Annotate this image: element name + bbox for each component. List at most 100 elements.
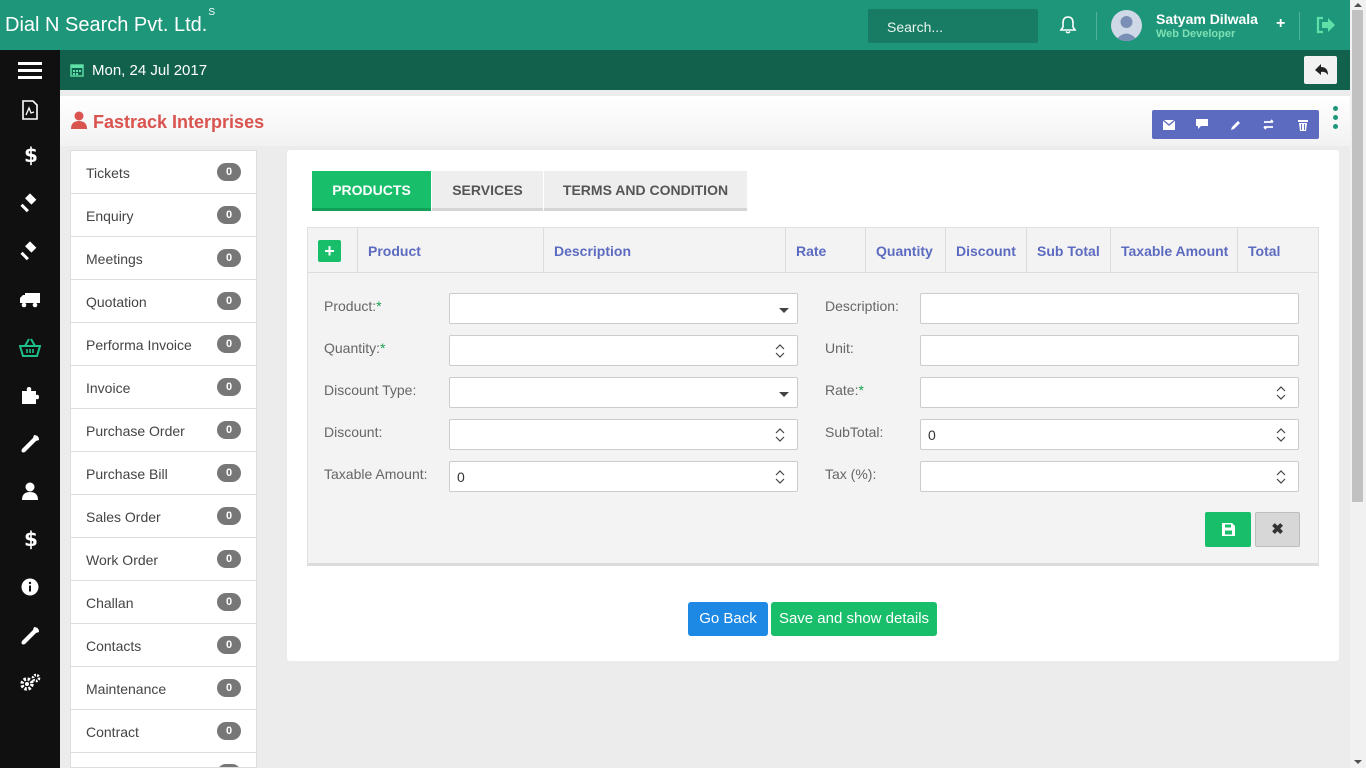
action-toolbar — [1152, 110, 1319, 139]
more-options-icon[interactable] — [1333, 106, 1338, 133]
list-item[interactable]: Meetings 0 — [71, 237, 256, 280]
list-item-label: Enquiry — [86, 208, 134, 224]
rate-stepper[interactable] — [920, 377, 1299, 408]
list-item-label: Contacts — [86, 638, 142, 654]
bell-icon[interactable] — [1058, 15, 1078, 35]
list-item[interactable]: Invoice 0 — [71, 366, 256, 409]
search-input[interactable]: Search... — [868, 9, 1038, 43]
discount-type-select[interactable] — [449, 377, 798, 408]
scroll-down-arrow[interactable] — [1354, 760, 1362, 764]
spinner-icon — [1276, 428, 1286, 442]
gavel-icon-2[interactable] — [0, 231, 60, 271]
info-icon[interactable] — [0, 567, 60, 607]
count-badge: 0 — [217, 464, 241, 482]
menu-toggle-button[interactable] — [0, 50, 60, 90]
scroll-up-arrow[interactable] — [1354, 3, 1362, 7]
spinner-icon — [1276, 470, 1286, 484]
delete-button[interactable] — [1286, 110, 1319, 139]
comment-button[interactable] — [1185, 110, 1218, 139]
wrench-icon[interactable] — [0, 424, 60, 464]
calendar-icon — [70, 64, 84, 77]
unit-label: Unit: — [825, 340, 854, 356]
list-item[interactable]: Purchase Bill 0 — [71, 452, 256, 495]
list-item[interactable]: Challan 0 — [71, 581, 256, 624]
unit-field[interactable] — [920, 335, 1299, 366]
avatar[interactable] — [1111, 10, 1142, 41]
icon-sidebar: $ $ — [0, 90, 60, 768]
list-item-label: Purchase Bill — [86, 466, 168, 482]
gavel-icon[interactable] — [0, 183, 60, 223]
list-item[interactable]: Work Order 0 — [71, 538, 256, 581]
tax-stepper[interactable] — [920, 461, 1299, 492]
user-icon[interactable] — [0, 471, 60, 511]
reply-icon — [1315, 64, 1328, 75]
taxable-amount-field[interactable]: 0 — [449, 461, 798, 492]
header-discount: Discount — [946, 228, 1027, 273]
subtotal-label: SubTotal: — [825, 424, 884, 440]
gears-icon[interactable] — [0, 663, 60, 703]
quantity-label: Quantity:* — [324, 340, 386, 356]
count-badge: 0 — [217, 163, 241, 181]
count-badge: 0 — [217, 249, 241, 267]
discount-label: Discount: — [324, 424, 383, 440]
list-item-label: Sales Order — [86, 509, 161, 525]
spinner-icon — [775, 428, 785, 442]
tab-terms[interactable]: TERMS AND CONDITION — [544, 171, 747, 211]
add-row-button[interactable]: + — [318, 240, 341, 262]
truck-icon[interactable] — [0, 280, 60, 320]
brand-logo[interactable]: Dial N Search Pvt. Ltd.S — [5, 7, 215, 37]
wrench-icon-2[interactable] — [0, 616, 60, 656]
list-item[interactable] — [71, 753, 256, 767]
list-item[interactable]: Contract 0 — [71, 710, 256, 753]
quantity-stepper[interactable] — [449, 335, 798, 366]
product-select[interactable] — [449, 293, 798, 324]
taxable-amount-value: 0 — [457, 469, 465, 485]
list-item[interactable]: Quotation 0 — [71, 280, 256, 323]
cancel-row-button[interactable]: ✖ — [1255, 512, 1300, 547]
list-item[interactable]: Maintenance 0 — [71, 667, 256, 710]
subtotal-value: 0 — [928, 427, 936, 443]
list-item-label: Quotation — [86, 294, 147, 310]
dollar-icon-2[interactable]: $ — [0, 519, 60, 559]
list-item[interactable]: Performa Invoice 0 — [71, 323, 256, 366]
pdf-icon[interactable] — [0, 90, 60, 130]
count-badge: 0 — [217, 378, 241, 396]
chevron-down-icon — [779, 308, 789, 313]
header-divider-2 — [1299, 12, 1300, 40]
go-back-button[interactable]: Go Back — [688, 602, 768, 636]
subtotal-field[interactable]: 0 — [920, 419, 1299, 450]
save-row-button[interactable] — [1205, 512, 1251, 547]
list-item[interactable]: Purchase Order 0 — [71, 409, 256, 452]
tab-products[interactable]: PRODUCTS — [312, 171, 431, 211]
basket-icon[interactable] — [0, 328, 60, 368]
dollar-icon[interactable]: $ — [0, 135, 60, 175]
count-badge: 0 — [217, 206, 241, 224]
scrollbar-thumb[interactable] — [1352, 10, 1363, 502]
list-item[interactable]: Contacts 0 — [71, 624, 256, 667]
puzzle-icon[interactable] — [0, 375, 60, 415]
description-field[interactable] — [920, 293, 1299, 324]
add-button[interactable]: + — [1276, 15, 1285, 33]
email-button[interactable] — [1152, 110, 1185, 139]
list-item-label: Invoice — [86, 380, 131, 396]
header-quantity: Quantity — [866, 228, 946, 273]
discount-stepper[interactable] — [449, 419, 798, 450]
refresh-button[interactable] — [1252, 110, 1285, 139]
list-item[interactable]: Sales Order 0 — [71, 495, 256, 538]
edit-button[interactable] — [1219, 110, 1252, 139]
count-badge: 0 — [217, 292, 241, 310]
spinner-icon — [1276, 386, 1286, 400]
list-item[interactable]: Enquiry 0 — [71, 194, 256, 237]
reply-button[interactable] — [1304, 56, 1337, 84]
list-item-label: Maintenance — [86, 681, 167, 697]
logout-icon[interactable] — [1315, 15, 1337, 35]
count-badge: 0 — [217, 636, 241, 654]
list-item[interactable]: Tickets 0 — [71, 151, 256, 194]
tab-services[interactable]: SERVICES — [432, 171, 543, 211]
module-list: Tickets 0 Enquiry 0 Meetings 0 Quotation 0 P… — [70, 150, 257, 768]
save-and-show-details-button[interactable]: Save and show details — [771, 602, 937, 636]
brand-superscript: S — [208, 7, 215, 19]
user-name[interactable]: Satyam Dilwala — [1156, 11, 1258, 27]
trash-icon — [1297, 119, 1308, 131]
list-item-label: Performa Invoice — [86, 337, 192, 353]
